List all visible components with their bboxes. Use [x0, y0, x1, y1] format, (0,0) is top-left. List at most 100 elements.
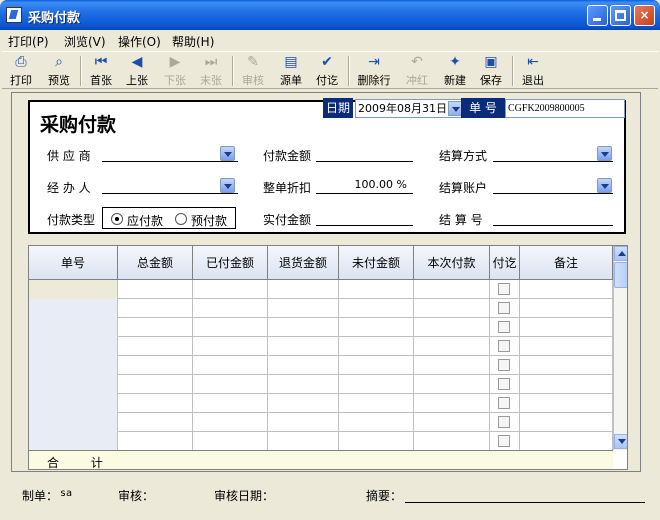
table-cell[interactable] — [490, 318, 520, 337]
discount-field[interactable]: 100.00 % — [316, 176, 413, 194]
settled-checkbox[interactable] — [498, 302, 510, 314]
settle-number-field[interactable] — [493, 208, 613, 226]
table-row[interactable] — [29, 413, 613, 432]
table-cell[interactable] — [29, 413, 118, 432]
table-cell[interactable] — [520, 375, 613, 394]
table-cell[interactable] — [414, 356, 490, 375]
table-cell[interactable] — [414, 337, 490, 356]
table-cell[interactable] — [118, 280, 193, 299]
next-record-button[interactable]: ▶ 下张 — [158, 54, 192, 88]
table-cell[interactable] — [414, 413, 490, 432]
table-cell[interactable] — [490, 299, 520, 318]
settled-checkbox[interactable] — [498, 340, 510, 352]
table-cell[interactable] — [193, 413, 268, 432]
close-button[interactable]: × — [634, 5, 655, 26]
table-cell[interactable] — [414, 280, 490, 299]
table-cell[interactable] — [193, 299, 268, 318]
table-cell[interactable] — [29, 299, 118, 318]
table-cell[interactable] — [520, 337, 613, 356]
settled-checkbox[interactable] — [498, 397, 510, 409]
table-cell[interactable] — [29, 337, 118, 356]
actual-amount-field[interactable] — [316, 208, 413, 226]
handler-dropdown-button[interactable] — [220, 178, 235, 193]
table-cell[interactable] — [268, 318, 339, 337]
table-cell[interactable] — [118, 356, 193, 375]
table-cell[interactable] — [490, 356, 520, 375]
table-cell[interactable] — [268, 432, 339, 451]
table-cell[interactable] — [29, 394, 118, 413]
scroll-thumb[interactable] — [614, 262, 627, 288]
col-header-unpaid[interactable]: 未付金额 — [339, 246, 414, 280]
table-cell[interactable] — [268, 394, 339, 413]
table-cell[interactable] — [520, 318, 613, 337]
table-cell[interactable] — [193, 280, 268, 299]
table-cell[interactable] — [29, 356, 118, 375]
col-header-returned[interactable]: 退货金额 — [268, 246, 339, 280]
paid-button[interactable]: ✔ 付讫 — [310, 54, 344, 88]
previous-record-button[interactable]: ◀ 上张 — [120, 54, 154, 88]
menu-browse[interactable]: 浏览(V) — [64, 33, 106, 50]
table-cell[interactable] — [339, 318, 414, 337]
title-bar[interactable]: 采购付款 × — [0, 0, 660, 30]
table-cell[interactable] — [193, 337, 268, 356]
table-cell[interactable] — [339, 280, 414, 299]
col-header-number[interactable]: 单号 — [29, 246, 118, 280]
table-cell[interactable] — [193, 356, 268, 375]
table-cell[interactable] — [339, 356, 414, 375]
table-cell[interactable] — [268, 337, 339, 356]
table-cell[interactable] — [414, 318, 490, 337]
payable-radio-label[interactable]: 应付款 — [127, 212, 163, 229]
table-cell[interactable] — [339, 432, 414, 451]
table-cell[interactable] — [118, 318, 193, 337]
table-cell[interactable] — [490, 375, 520, 394]
col-header-total[interactable]: 总金额 — [118, 246, 193, 280]
table-cell[interactable] — [193, 318, 268, 337]
number-field[interactable]: CGFK2009800005 — [505, 99, 625, 118]
table-row[interactable] — [29, 375, 613, 394]
table-cell[interactable] — [118, 432, 193, 451]
audit-button[interactable]: ✎ 审核 — [236, 54, 270, 88]
table-row[interactable] — [29, 394, 613, 413]
menu-help[interactable]: 帮助(H) — [172, 33, 214, 50]
table-cell[interactable] — [29, 280, 118, 299]
payment-amount-field[interactable] — [316, 144, 413, 162]
scroll-up-button[interactable] — [614, 246, 627, 261]
prepay-radio-label[interactable]: 预付款 — [191, 212, 227, 229]
first-record-button[interactable]: ⏮ 首张 — [84, 54, 118, 88]
table-cell[interactable] — [268, 299, 339, 318]
table-cell[interactable] — [490, 394, 520, 413]
table-cell[interactable] — [118, 413, 193, 432]
settled-checkbox[interactable] — [498, 378, 510, 390]
exit-button[interactable]: ⇤ 退出 — [516, 54, 550, 88]
settled-checkbox[interactable] — [498, 435, 510, 447]
table-cell[interactable] — [414, 375, 490, 394]
settled-checkbox[interactable] — [498, 283, 510, 295]
last-record-button[interactable]: ⏭ 末张 — [194, 54, 228, 88]
table-cell[interactable] — [520, 394, 613, 413]
table-cell[interactable] — [193, 375, 268, 394]
minimize-button[interactable] — [587, 5, 608, 26]
table-cell[interactable] — [339, 413, 414, 432]
settle-account-field[interactable] — [493, 176, 613, 194]
table-cell[interactable] — [29, 432, 118, 451]
save-button[interactable]: ▣ 保存 — [474, 54, 508, 88]
col-header-paid[interactable]: 已付金额 — [193, 246, 268, 280]
print-button[interactable]: ⎙ 打印 — [4, 54, 38, 88]
vertical-scrollbar[interactable] — [613, 246, 627, 450]
table-cell[interactable] — [268, 375, 339, 394]
table-cell[interactable] — [193, 394, 268, 413]
settled-checkbox[interactable] — [498, 321, 510, 333]
table-row[interactable] — [29, 337, 613, 356]
settled-checkbox[interactable] — [498, 359, 510, 371]
settle-method-dropdown-button[interactable] — [597, 146, 612, 161]
table-cell[interactable] — [490, 432, 520, 451]
table-cell[interactable] — [268, 413, 339, 432]
table-cell[interactable] — [118, 299, 193, 318]
menu-operate[interactable]: 操作(O) — [118, 33, 161, 50]
settle-method-field[interactable] — [493, 144, 613, 162]
table-row[interactable] — [29, 356, 613, 375]
table-cell[interactable] — [414, 394, 490, 413]
table-cell[interactable] — [268, 356, 339, 375]
table-cell[interactable] — [268, 280, 339, 299]
table-row[interactable] — [29, 280, 613, 299]
